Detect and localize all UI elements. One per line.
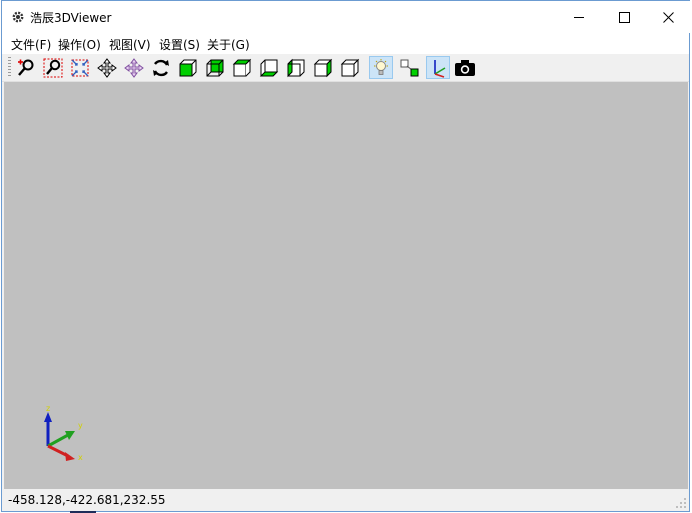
toolbar-grip[interactable]	[8, 57, 11, 78]
axis-triad: z y x	[44, 404, 83, 462]
close-icon	[662, 11, 674, 23]
view-iso-button[interactable]	[338, 56, 362, 79]
pan-all-button[interactable]	[122, 56, 146, 79]
3d-viewport[interactable]: z y x	[4, 82, 688, 489]
window-title: 浩辰3DViewer	[30, 11, 112, 25]
axis-z-label: z	[46, 404, 50, 413]
view-front-button[interactable]	[176, 56, 200, 79]
view-front-cube-icon	[179, 59, 197, 76]
status-bar: -458.128,-422.681,232.55	[2, 489, 689, 511]
view-back-button[interactable]	[203, 56, 227, 79]
window-controls	[556, 1, 690, 33]
toolbar	[2, 54, 689, 82]
view-left-button[interactable]	[284, 56, 308, 79]
axis-y-label: y	[78, 421, 83, 430]
view-left-cube-icon	[287, 58, 305, 77]
menu-settings[interactable]: 设置(S)	[159, 36, 200, 53]
view-iso-cube-icon	[340, 58, 360, 77]
pan-all-icon	[124, 57, 144, 78]
section-button[interactable]	[398, 56, 422, 79]
pan-icon	[97, 57, 117, 78]
minimize-btn[interactable]	[556, 1, 602, 33]
pan-button[interactable]	[95, 56, 119, 79]
axis-x-label: x	[78, 453, 83, 462]
view-right-button[interactable]	[311, 56, 335, 79]
zoom-window-button[interactable]	[41, 56, 65, 79]
view-top-cube-icon	[232, 58, 252, 76]
view-bottom-cube-icon	[259, 59, 279, 76]
zoom-window-icon	[43, 58, 63, 77]
menu-operate[interactable]: 操作(O)	[58, 36, 101, 53]
camera-icon	[455, 59, 475, 76]
gear-icon	[12, 11, 24, 23]
resize-grip-icon[interactable]	[675, 497, 687, 509]
zoom-in-button[interactable]	[14, 56, 38, 79]
menu-view[interactable]: 视图(V)	[109, 36, 151, 53]
view-back-cube-icon	[206, 59, 224, 76]
cursor-coordinates: -458.128,-422.681,232.55	[8, 493, 166, 507]
maximize-icon	[618, 11, 630, 23]
light-toggle-button[interactable]	[369, 56, 393, 79]
close-btn[interactable]	[646, 1, 690, 33]
app-window: 浩辰3DViewer 文件(F) 操作(O) 视图(V) 设置(S) 关于(G)	[1, 0, 690, 512]
axis-toggle-button[interactable]	[426, 56, 450, 79]
view-right-cube-icon	[313, 58, 333, 77]
zoom-fit-icon	[71, 59, 89, 76]
minimize-icon	[574, 17, 584, 18]
rotate-button[interactable]	[149, 56, 173, 79]
screenshot-button[interactable]	[453, 56, 477, 79]
menu-bar: 文件(F) 操作(O) 视图(V) 设置(S) 关于(G)	[2, 34, 689, 54]
zoom-fit-button[interactable]	[68, 56, 92, 79]
light-bulb-icon	[374, 58, 388, 75]
menu-about[interactable]: 关于(G)	[207, 36, 250, 53]
view-bottom-button[interactable]	[257, 56, 281, 79]
rotate-icon	[153, 59, 169, 76]
view-top-button[interactable]	[230, 56, 254, 79]
axis-toggle-icon	[434, 59, 446, 78]
section-icon	[400, 59, 419, 76]
maximize-btn[interactable]	[602, 1, 646, 33]
zoom-in-icon	[18, 59, 34, 76]
menu-file[interactable]: 文件(F)	[11, 36, 51, 53]
